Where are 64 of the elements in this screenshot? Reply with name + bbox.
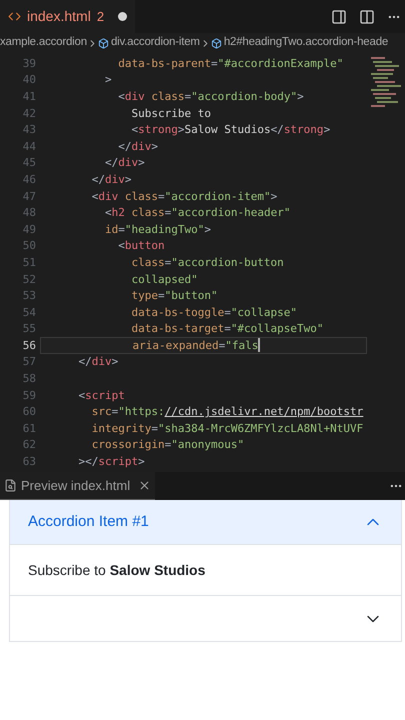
line-number: 61 <box>22 422 37 434</box>
line-number: 58 <box>22 373 37 384</box>
code-line: type="button" <box>130 290 218 302</box>
code-line: <div class="accordion-item"> <box>90 190 278 202</box>
line-number: 56 <box>22 340 37 351</box>
line-number: 40 <box>22 74 37 86</box>
preview-tab[interactable]: Preview index.html <box>0 472 156 500</box>
line-number: 51 <box>22 256 37 268</box>
line-number: 55 <box>22 323 37 334</box>
accordion-header[interactable]: Accordion Item #1 <box>10 500 401 545</box>
line-number: 46 <box>22 174 37 185</box>
line-number: 44 <box>22 140 37 152</box>
breadcrumb-item[interactable]: h2#headingTwo.accordion-heade <box>224 34 388 52</box>
element-icon <box>98 38 109 48</box>
line-number: 39 <box>22 58 37 69</box>
split-editor-icon[interactable] <box>359 8 375 24</box>
preview-icon[interactable] <box>331 8 347 24</box>
code-line: data-bs-toggle="collapse" <box>130 306 298 318</box>
line-number: 48 <box>22 207 37 218</box>
preview-file-icon <box>4 479 17 492</box>
code-line: > <box>104 74 112 86</box>
code-file-icon <box>8 10 21 23</box>
line-number: 41 <box>22 90 37 102</box>
line-number: 59 <box>22 390 37 401</box>
code-line: <h2 class="accordion-header" <box>104 207 290 218</box>
line-number: 43 <box>22 124 37 136</box>
code-line: Subscribe to <box>130 108 211 119</box>
editor-tab[interactable]: index.html 2 <box>0 0 136 33</box>
accordion-body-text: Subscribe to Salow Studios <box>28 560 206 580</box>
close-icon[interactable] <box>138 479 152 492</box>
code-line: aria-expanded="fals <box>131 340 258 351</box>
code-line: </div> <box>90 174 132 185</box>
line-number: 53 <box>22 290 37 302</box>
line-number: 49 <box>22 224 37 235</box>
line-number: 50 <box>22 240 37 252</box>
code-line: <script <box>77 390 125 401</box>
line-number: 42 <box>22 108 37 119</box>
line-number: 47 <box>22 190 37 202</box>
code-line: class="accordion-button <box>130 256 284 268</box>
code-line: data-bs-parent="#accordionExample" <box>117 58 344 69</box>
code-line: </div> <box>117 140 158 152</box>
line-number: 60 <box>22 406 37 418</box>
line-number: 63 <box>22 456 37 468</box>
line-number: 57 <box>22 356 37 368</box>
code-line: <div class="accordion-body"> <box>117 90 304 102</box>
code-line: id="headingTwo"> <box>104 224 211 235</box>
code-line: </div> <box>77 356 118 368</box>
code-line: collapsed" <box>130 274 198 285</box>
line-number: 52 <box>22 274 37 285</box>
code-line: integrity="sha384-MrcW6ZMFYlzcLA8Nl+NtUVF <box>90 422 364 434</box>
code-line: data-bs-target="#collapseTwo" <box>130 323 324 334</box>
code-line: ></script> <box>77 456 145 468</box>
code-line: </div> <box>104 157 145 168</box>
code-line: <button <box>117 240 165 252</box>
element-icon <box>210 38 222 48</box>
code-line: <strong>Salow Studios</strong> <box>130 124 330 136</box>
line-number: 45 <box>22 157 37 168</box>
breadcrumb-item[interactable]: xample.accordion <box>0 34 87 52</box>
line-number: 54 <box>22 306 37 318</box>
code-line: crossorigin="anonymous" <box>90 439 244 450</box>
breadcrumb-item[interactable]: div.accordion-item <box>110 34 200 52</box>
text-cursor <box>258 338 260 352</box>
code-line: src="https://cdn.jsdelivr.net/npm/bootstr <box>90 406 364 418</box>
line-number: 62 <box>22 439 37 450</box>
